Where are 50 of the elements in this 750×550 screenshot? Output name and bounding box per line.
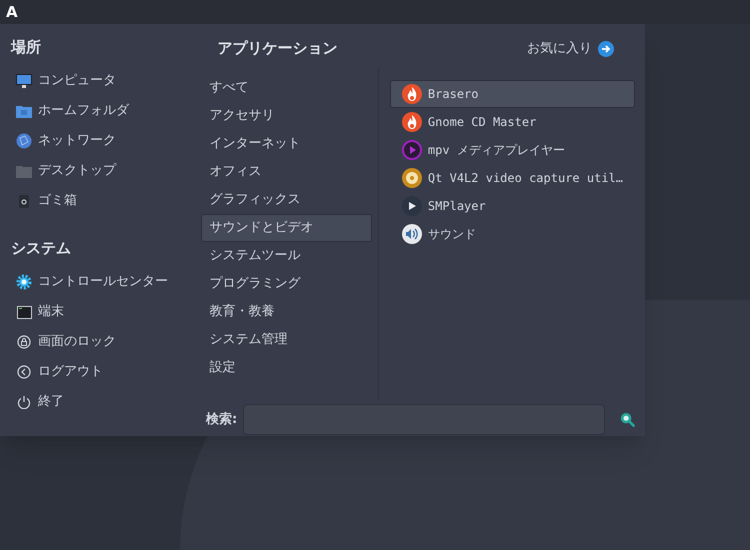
category-item[interactable]: アクセサリ (201, 102, 372, 130)
gear-icon (16, 274, 32, 290)
menu-item[interactable]: デスクトップ (38, 161, 116, 181)
menu-item[interactable]: ゴミ箱 (38, 191, 77, 211)
favorites-link[interactable]: お気に入り (527, 39, 614, 59)
app-item[interactable]: Brasero (390, 80, 635, 108)
monitor-icon (16, 73, 32, 89)
terminal-icon (16, 306, 32, 318)
flame-icon (402, 84, 422, 104)
category-item[interactable]: サウンドとビデオ (201, 214, 372, 242)
flame-icon (402, 112, 422, 132)
power-icon (17, 395, 31, 409)
category-item[interactable]: システム管理 (201, 326, 372, 354)
search-label: 検索: (206, 410, 238, 429)
app-item[interactable]: サウンド (390, 220, 635, 248)
globe-icon (16, 133, 32, 149)
menu-item[interactable]: コンピュータ (38, 71, 116, 91)
folder-icon (16, 164, 32, 178)
menu-logo[interactable]: A (6, 4, 18, 20)
app-item[interactable]: mpv メディアプレイヤー (390, 136, 635, 164)
section-heading: アプリケーション (217, 38, 338, 59)
app-item[interactable]: SMPlayer (390, 192, 635, 220)
category-item[interactable]: すべて (201, 74, 372, 102)
play-circle-icon (402, 140, 422, 160)
trash-icon (18, 194, 30, 208)
category-item[interactable]: オフィス (201, 158, 372, 186)
section-heading: システム (11, 238, 72, 259)
lock-icon (17, 335, 31, 349)
category-item[interactable]: インターネット (201, 130, 372, 158)
app-item[interactable]: Qt V4L2 video capture util… (390, 164, 635, 192)
search-icon[interactable] (620, 411, 635, 428)
folder-icon (16, 104, 32, 118)
category-item[interactable]: プログラミング (201, 270, 372, 298)
menu-item[interactable]: ホームフォルダ (38, 101, 129, 121)
app-item[interactable]: Gnome CD Master (390, 108, 635, 136)
play-icon (402, 196, 422, 216)
category-item[interactable]: 教育・教養 (201, 298, 372, 326)
speaker-icon (402, 224, 422, 244)
menu-item[interactable]: 終了 (38, 392, 64, 412)
disc-icon (402, 168, 422, 188)
category-item[interactable]: システムツール (201, 242, 372, 270)
menu-item[interactable]: ログアウト (38, 362, 103, 382)
category-item[interactable]: グラフィックス (201, 186, 372, 214)
menu-item[interactable]: 端末 (38, 302, 64, 322)
menu-item[interactable]: コントロールセンター (38, 272, 168, 292)
category-item[interactable]: 設定 (201, 354, 372, 382)
section-heading: 場所 (11, 37, 42, 58)
arrow-right-icon (598, 41, 614, 57)
menu-item[interactable]: 画面のロック (38, 332, 116, 352)
menu-item[interactable]: ネットワーク (38, 131, 116, 151)
